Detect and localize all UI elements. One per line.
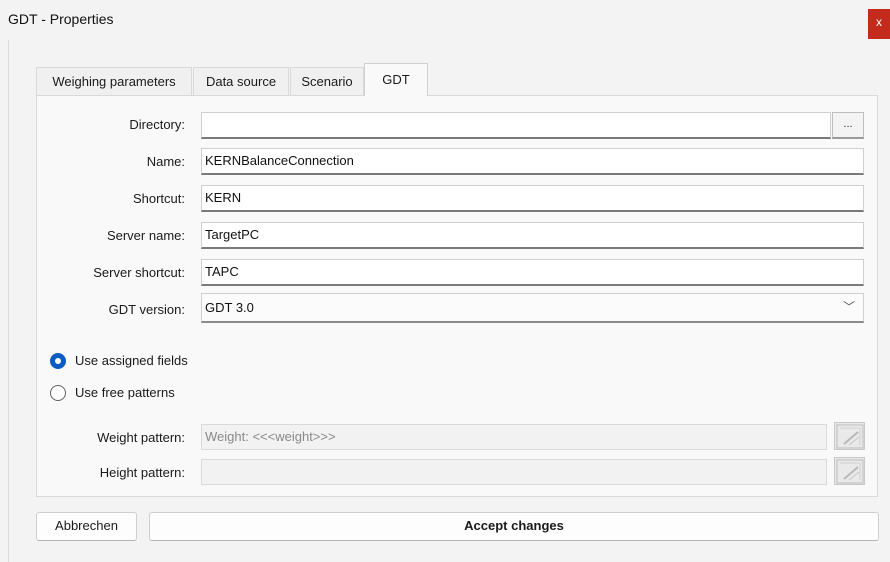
chevron-down-icon: ﹀: [842, 300, 855, 314]
gdt-version-label: GDT version:: [108, 302, 185, 317]
name-label: Name:: [146, 154, 185, 169]
accept-changes-button[interactable]: Accept changes: [149, 512, 879, 541]
title-bar: GDT - Properties x: [0, 0, 890, 40]
shortcut-input[interactable]: KERN: [201, 185, 864, 212]
server-shortcut-label: Server shortcut:: [93, 265, 185, 280]
height-pattern-input[interactable]: [201, 459, 827, 485]
use-free-patterns-label[interactable]: Use free patterns: [75, 385, 175, 400]
edit-pattern-icon: [836, 459, 864, 484]
weight-pattern-button[interactable]: [834, 422, 865, 450]
close-button[interactable]: x: [868, 9, 890, 39]
server-name-label: Server name:: [106, 228, 185, 243]
weight-pattern-label: Weight pattern:: [97, 430, 185, 445]
use-assigned-fields-radio[interactable]: [50, 353, 66, 369]
gdt-version-select[interactable]: GDT 3.0 ﹀: [201, 293, 864, 323]
shortcut-label: Shortcut:: [132, 191, 185, 206]
cancel-button[interactable]: Abbrechen: [36, 512, 137, 541]
edit-pattern-icon: [836, 424, 864, 449]
use-free-patterns-radio[interactable]: [50, 385, 66, 401]
server-name-input[interactable]: TargetPC: [201, 222, 864, 249]
browse-button[interactable]: ...: [832, 112, 864, 139]
directory-input[interactable]: [201, 112, 831, 139]
name-input[interactable]: KERNBalanceConnection: [201, 148, 864, 175]
use-assigned-fields-label[interactable]: Use assigned fields: [75, 353, 188, 368]
directory-label: Directory:: [129, 117, 185, 132]
tab-data-source[interactable]: Data source: [193, 67, 289, 95]
height-pattern-button[interactable]: [834, 457, 865, 485]
gdt-version-value: GDT 3.0: [205, 300, 254, 315]
tab-scenario[interactable]: Scenario: [290, 67, 364, 95]
tab-gdt[interactable]: GDT: [364, 63, 428, 96]
window-title: GDT - Properties: [8, 11, 114, 27]
server-shortcut-input[interactable]: TAPC: [201, 259, 864, 286]
height-pattern-label: Height pattern:: [99, 465, 185, 480]
tab-weighing-parameters[interactable]: Weighing parameters: [36, 67, 192, 95]
weight-pattern-input[interactable]: Weight: <<<weight>>>: [201, 424, 827, 450]
properties-window: GDT - Properties x Weighing parameters D…: [0, 0, 890, 562]
window-edge: [8, 40, 9, 562]
